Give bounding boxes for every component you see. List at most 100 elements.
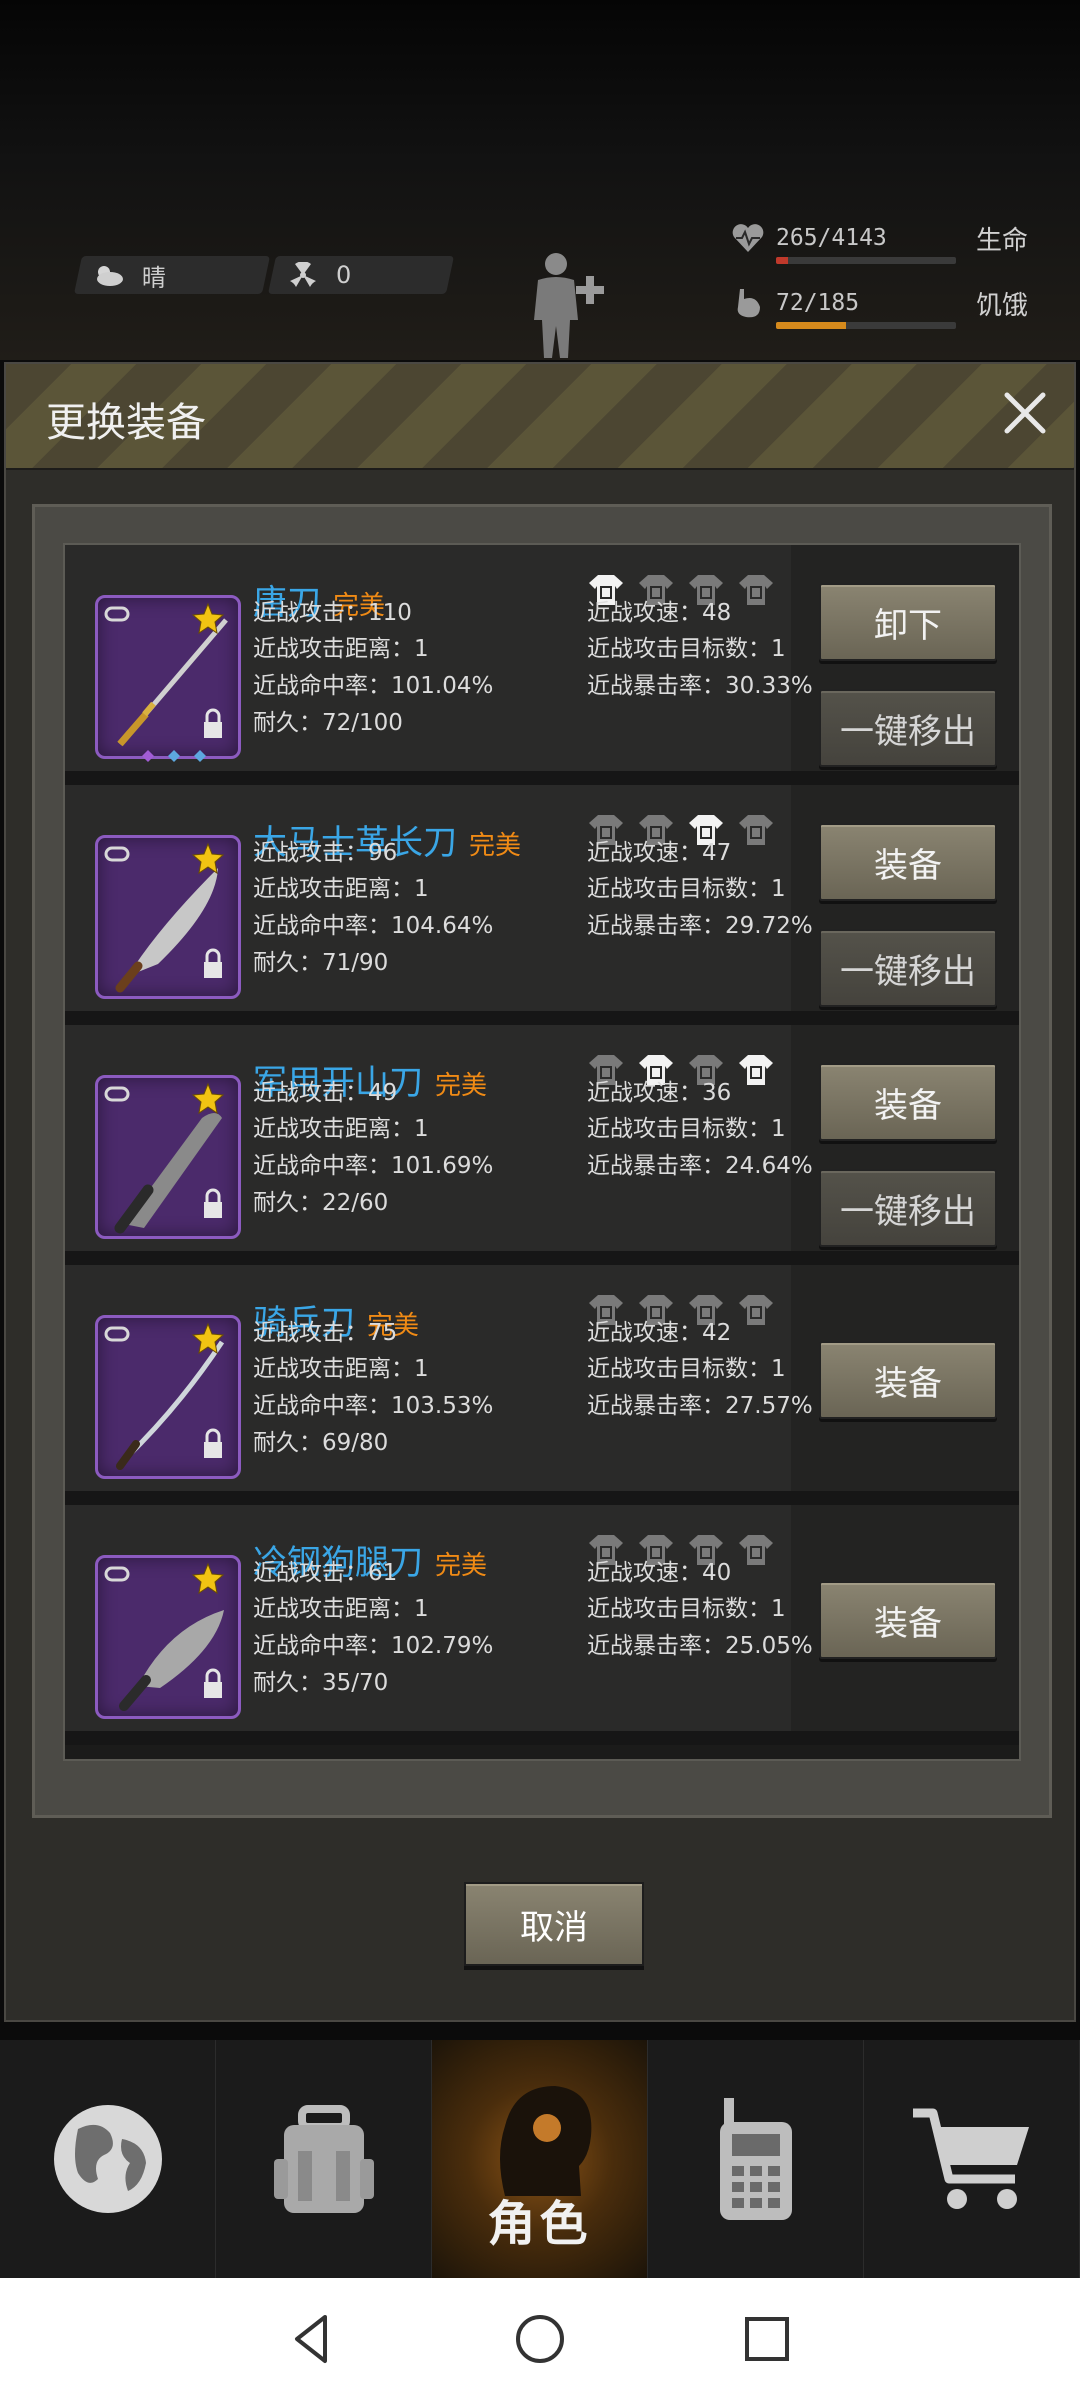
weapon-slot[interactable] [95, 1075, 241, 1239]
hunger-text: 72/185 [776, 290, 860, 316]
weather-label: 晴 [142, 263, 166, 292]
hunger-row: 72/185 饥饿 [730, 280, 1060, 329]
armor-slot-4-icon [739, 1055, 773, 1085]
stat-left-1: 近战攻击距离：1 [253, 1596, 429, 1622]
recents-icon[interactable] [739, 2311, 795, 2367]
stat-left-1: 近战攻击距离：1 [253, 636, 429, 662]
stat-left-0: 近战攻击：61 [253, 1560, 398, 1586]
stat-right-1: 近战攻击目标数：1 [587, 636, 786, 662]
lock-icon [204, 948, 222, 978]
back-icon[interactable] [285, 2311, 341, 2367]
equip-button[interactable]: 装备 [819, 1063, 997, 1141]
stat-right-2: 近战暴击率：29.72% [587, 913, 813, 939]
hunger-value: 72/185 [776, 290, 956, 329]
stat-right-2: 近战暴击率：27.57% [587, 1393, 813, 1419]
stat-left-2: 近战命中率：102.79% [253, 1633, 494, 1659]
link-icon [104, 606, 130, 622]
stat-left-0: 近战攻击：75 [253, 1320, 398, 1346]
radiation-chip: 0 [267, 256, 455, 294]
status-area: 晴 0 265/4143 生命 72/185 饥饿 [0, 0, 1080, 360]
stat-left-3: 耐久：71/90 [253, 950, 389, 976]
stat-right-1: 近战攻击目标数：1 [587, 1356, 786, 1382]
stat-left-3: 耐久：22/60 [253, 1190, 389, 1216]
dialog-header: 更换装备 [6, 364, 1074, 470]
weapon-icon [104, 1322, 225, 1470]
stat-left-0: 近战攻击：96 [253, 840, 398, 866]
stat-right-0: 近战攻速：48 [587, 600, 732, 626]
equipment-item[interactable]: 唐刀 完美 近战攻击：110 近战攻击距离：1 近战命中率：101.04% 耐久：72/… [65, 545, 1019, 785]
nav-backpack[interactable] [216, 2040, 432, 2278]
remove-all-button[interactable]: 一键移出 [819, 929, 997, 1007]
stat-right-1: 近战攻击目标数：1 [587, 876, 786, 902]
nav-world[interactable] [0, 2040, 216, 2278]
dialog-title: 更换装备 [46, 400, 206, 446]
lock-icon [204, 1188, 222, 1218]
lock-icon [204, 708, 222, 738]
weapon-slot[interactable] [95, 1555, 241, 1719]
equipment-item[interactable]: 军用开山刀 完美 近战攻击：49 近战攻击距离：1 近战命中率：101.69% 耐久：2… [65, 1025, 1019, 1265]
stat-left-3: 耐久：72/100 [253, 710, 403, 736]
close-button[interactable] [994, 382, 1056, 444]
weapon-icon [104, 842, 225, 993]
weather-cloud-icon [97, 266, 123, 286]
equipment-item[interactable]: 大马士革长刀 完美 近战攻击：96 近战攻击距离：1 近战命中率：104.64% 耐久：… [65, 785, 1019, 1025]
quality-label: 完美 [435, 1071, 488, 1101]
stat-left-0: 近战攻击：110 [253, 600, 412, 626]
stat-left-1: 近战攻击距离：1 [253, 1356, 429, 1382]
equipment-list[interactable]: 唐刀 完美 近战攻击：110 近战攻击距离：1 近战命中率：101.04% 耐久：72/… [63, 543, 1021, 1761]
character-body-icon[interactable] [520, 250, 616, 360]
nav-character-label: 角色 [487, 2196, 592, 2252]
lock-icon [204, 1668, 222, 1698]
change-equipment-dialog: 更换装备 唐刀 完美 近战攻击：110 近战攻击距离：1 近战命中率：101.0… [4, 362, 1076, 2022]
health-text: 265/4143 [776, 225, 887, 251]
armor-slot-4-icon [739, 1535, 773, 1565]
weapon-icon [104, 1082, 225, 1234]
weather-chip: 晴 [73, 256, 271, 294]
remove-all-button[interactable]: 一键移出 [819, 689, 997, 767]
stat-right-0: 近战攻速：36 [587, 1080, 732, 1106]
quality-label: 完美 [469, 831, 522, 861]
stat-right-1: 近战攻击目标数：1 [587, 1116, 786, 1142]
equip-button[interactable]: 装备 [819, 1341, 997, 1419]
equipment-item[interactable]: 冷钢狗腿刀 完美 近战攻击：61 近战攻击距离：1 近战命中率：102.79% 耐久：3… [65, 1505, 1019, 1745]
socket-gems [142, 750, 206, 762]
nav-radio[interactable] [648, 2040, 864, 2278]
radiation-value: 0 [336, 261, 352, 289]
home-icon[interactable] [512, 2311, 568, 2367]
stat-left-1: 近战攻击距离：1 [253, 1116, 429, 1142]
armor-slot-4-icon [739, 815, 773, 845]
shopping-cart-icon [912, 2108, 1029, 2209]
stat-left-2: 近战命中率：104.64% [253, 913, 494, 939]
globe-icon [53, 2105, 162, 2213]
radiation-icon [290, 262, 316, 287]
stat-left-2: 近战命中率：101.69% [253, 1153, 494, 1179]
equip-button[interactable]: 装备 [819, 823, 997, 901]
equipment-list-frame: 唐刀 完美 近战攻击：110 近战攻击距离：1 近战命中率：101.04% 耐久：72/… [32, 504, 1052, 1818]
health-label: 生命 [976, 225, 1029, 256]
equipment-item[interactable]: 骑兵刀 完美 近战攻击：75 近战攻击距离：1 近战命中率：103.53% 耐久：69/… [65, 1265, 1019, 1505]
backpack-icon [273, 2105, 374, 2213]
remove-all-button[interactable]: 一键移出 [819, 1169, 997, 1247]
stat-right-2: 近战暴击率：30.33% [587, 673, 813, 699]
health-value: 265/4143 [776, 225, 956, 264]
star-icon [191, 1562, 225, 1595]
equip-button[interactable]: 装备 [819, 1581, 997, 1659]
stat-left-3: 耐久：35/70 [253, 1670, 389, 1696]
armor-slot-4-icon [739, 1295, 773, 1325]
heart-icon [732, 224, 764, 252]
health-row: 265/4143 生命 [730, 215, 1060, 264]
weapon-slot[interactable] [95, 595, 241, 762]
nav-character[interactable]: 角色 [432, 2040, 648, 2278]
armor-slot-4-icon [739, 575, 773, 605]
star-icon [191, 1082, 225, 1115]
unequip-button[interactable]: 卸下 [819, 583, 997, 661]
stat-right-1: 近战攻击目标数：1 [587, 1596, 786, 1622]
nav-shop[interactable] [864, 2040, 1080, 2278]
weapon-slot[interactable] [95, 1315, 241, 1479]
system-nav-bar [0, 2278, 1080, 2400]
cancel-button[interactable]: 取消 [464, 1882, 644, 1966]
lock-icon [204, 1428, 222, 1458]
weapon-slot[interactable] [95, 835, 241, 999]
link-icon [104, 1566, 130, 1582]
stat-right-0: 近战攻速：47 [587, 840, 732, 866]
